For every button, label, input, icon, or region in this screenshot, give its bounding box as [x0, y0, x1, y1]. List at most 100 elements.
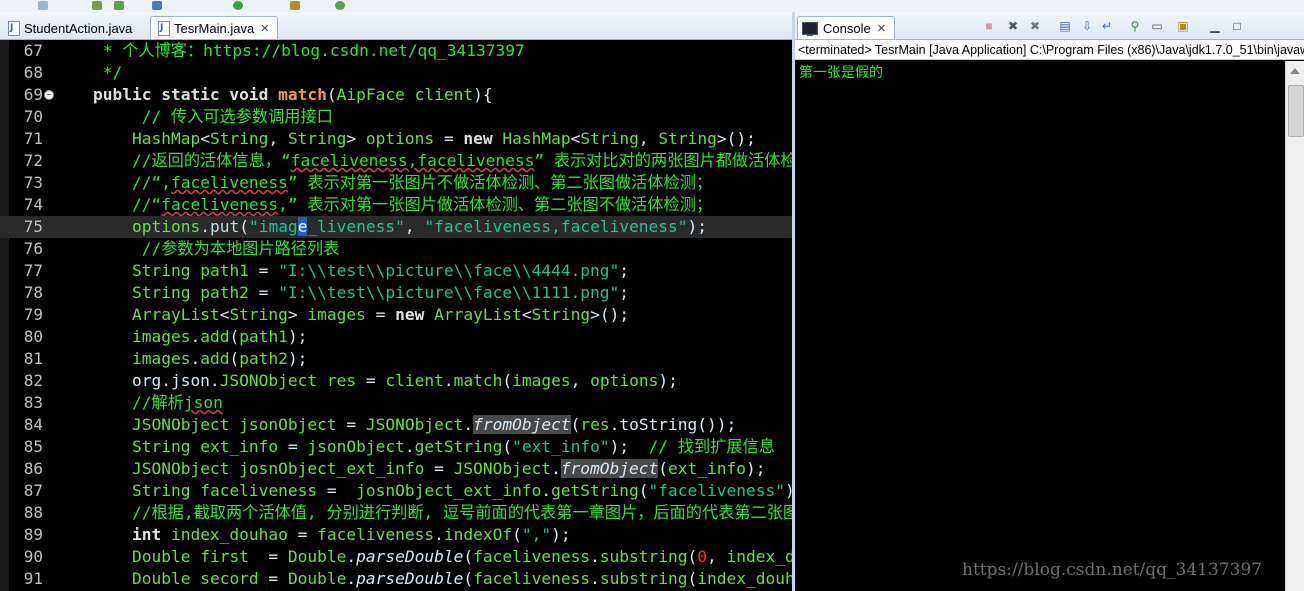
code-line[interactable]: 71 HashMap<String, String> options = new… — [0, 128, 793, 150]
remove-all-icon[interactable]: ✖ — [1027, 18, 1043, 34]
code-line[interactable]: 75 options.put("image_liveness", "faceli… — [0, 216, 793, 238]
code-text: images.add(path1); — [54, 326, 307, 348]
code-token: * 个人博客：https://blog.csdn.net/qq_34137397 — [54, 41, 525, 60]
new-java-class-icon[interactable] — [114, 1, 124, 10]
back-icon[interactable] — [38, 1, 48, 10]
code-line[interactable]: 87 String faceliveness = josnObject_ext_… — [0, 480, 793, 502]
code-token: "faceliveness,faceliveness" — [424, 217, 688, 236]
word-wrap-icon[interactable]: ↵ — [1099, 18, 1115, 34]
code-token: ( — [463, 547, 474, 566]
code-line[interactable]: 70 // 传入可选参数调用接口 — [0, 106, 793, 128]
close-icon[interactable]: ✕ — [877, 22, 886, 35]
code-line[interactable]: 73 //“,faceliveness” 表示对第一张图片不做活体检测、第二张图… — [0, 172, 793, 194]
code-text: // 传入可选参数调用接口 — [54, 106, 333, 128]
code-token: ( — [570, 415, 581, 434]
code-token: faceliveness — [200, 481, 318, 500]
line-number: 86 — [23, 459, 43, 478]
code-line[interactable]: 88 //根据,截取两个活体值, 分别进行判断, 逗号前面的代表第一章图片，后面… — [0, 502, 793, 524]
code-text: org.json.JSONObject res = client.match(i… — [54, 370, 678, 392]
terminate-icon[interactable]: ■ — [981, 18, 997, 34]
code-token: getString — [551, 481, 639, 500]
code-line[interactable]: 72 //返回的活体信息，“faceliveness,faceliveness”… — [0, 150, 793, 172]
tab-console[interactable]: Console ✕ — [797, 16, 895, 39]
code-token: ); — [287, 349, 308, 368]
console-view: Console ✕ ■ ✖ ✖ ▤ ⇩ ↵ ⚲ ▭ ▣ ▁ □ <terminated> TesrM… — [795, 12, 1304, 591]
code-token: AipFace — [336, 85, 415, 104]
code-token: String — [209, 129, 269, 148]
scroll-thumb[interactable] — [1288, 85, 1304, 137]
code-line[interactable]: 69− public static void match(AipFace cli… — [0, 84, 793, 106]
code-token: images — [512, 371, 571, 390]
code-token: first — [200, 547, 249, 566]
code-token: index_douhao — [726, 547, 793, 566]
code-token: //参数为本地图片路径列表 — [54, 239, 340, 258]
code-line[interactable]: 83 //解析json — [0, 392, 793, 414]
code-line[interactable]: 80 images.add(path1); — [0, 326, 793, 348]
console-scrollbar[interactable] — [1285, 61, 1304, 591]
close-icon[interactable]: ✕ — [260, 22, 269, 35]
code-token: , — [638, 129, 659, 148]
minimize-icon[interactable]: ▁ — [1207, 18, 1223, 34]
pin-console-icon[interactable]: ⚲ — [1127, 18, 1143, 34]
code-text: //解析json — [54, 392, 223, 414]
code-token: "I:\\test\\picture\\face\\1111.png" — [278, 283, 620, 302]
code-token: images — [131, 327, 191, 346]
code-editor: J StudentAction.java J TesrMain.java ✕ 6… — [0, 12, 794, 591]
maximize-icon[interactable]: □ — [1229, 18, 1245, 34]
code-token: "imag — [248, 217, 298, 236]
code-line[interactable]: 68 */ — [0, 62, 793, 84]
debug-icon[interactable] — [92, 1, 102, 10]
code-line[interactable]: 74 //“faceliveness,” 表示对第一张图片做活体检测、第二张图不… — [0, 194, 793, 216]
console-tab-label: Console — [823, 20, 871, 36]
tab-tesrmain-java[interactable]: J TesrMain.java ✕ — [150, 16, 279, 39]
code-line[interactable]: 77 String path1 = "I:\\test\\picture\\fa… — [0, 260, 793, 282]
scroll-up-icon[interactable] — [1290, 68, 1300, 74]
code-line[interactable]: 81 images.add(path2); — [0, 348, 793, 370]
code-token: json — [183, 393, 223, 412]
display-console-icon[interactable]: ▭ — [1149, 18, 1165, 34]
code-token: ” 表示对第一张图片不做活体检测、第二张图做活体检测； — [287, 173, 713, 192]
code-line[interactable]: 82 org.json.JSONObject res = client.matc… — [0, 370, 793, 392]
run-icon[interactable] — [233, 1, 243, 10]
code-line[interactable]: 86 JSONObject josnObject_ext_info = JSON… — [0, 458, 793, 480]
tab-studentaction-java[interactable]: J StudentAction.java — [0, 16, 141, 39]
code-token: ); — [609, 437, 649, 456]
code-token: = — [287, 525, 318, 544]
globe-icon[interactable] — [152, 1, 162, 10]
code-line[interactable]: 90 Double first = Double.parseDouble(fac… — [0, 546, 793, 568]
code-line[interactable]: 67 * 个人博客：https://blog.csdn.net/qq_34137… — [0, 40, 793, 62]
code-token: JSONObject — [131, 415, 240, 434]
code-line[interactable]: 79 ArrayList<String> images = new ArrayL… — [0, 304, 793, 326]
open-console-icon[interactable]: ▣ — [1175, 18, 1191, 34]
code-token: ); — [551, 525, 571, 544]
clear-console-icon[interactable]: ▤ — [1057, 18, 1073, 34]
code-token: //根据,截取两个活体值, 分别进行判断, 逗号前面的代表第一章图片，后面的代表… — [131, 503, 793, 522]
code-token: //“, — [131, 173, 171, 192]
remove-launch-icon[interactable]: ✖ — [1005, 18, 1021, 34]
code-token: = — [248, 261, 279, 280]
code-line[interactable]: 91 Double secord = Double.parseDouble(fa… — [0, 568, 793, 590]
code-line[interactable]: 89 int index_douhao = faceliveness.index… — [0, 524, 793, 546]
code-token: options — [131, 217, 201, 236]
code-line[interactable]: 76 //参数为本地图片路径列表 — [0, 238, 793, 260]
code-token: < — [219, 305, 230, 324]
fold-toggle-icon[interactable]: − — [44, 90, 54, 100]
code-token: = — [258, 569, 288, 588]
code-token: res — [326, 371, 357, 390]
refresh-icon[interactable] — [335, 1, 345, 10]
code-text: String path1 = "I:\\test\\picture\\face\… — [54, 260, 629, 282]
code-token: > — [287, 305, 308, 324]
tab-label: StudentAction.java — [24, 20, 133, 36]
scroll-lock-icon[interactable]: ⇩ — [1079, 18, 1095, 34]
external-tools-icon[interactable] — [290, 1, 300, 10]
code-token: Double — [131, 547, 201, 566]
code-line[interactable]: 85 String ext_info = jsonObject.getStrin… — [0, 436, 793, 458]
code-line[interactable]: 78 String path2 = "I:\\test\\picture\\fa… — [0, 282, 793, 304]
code-text: //参数为本地图片路径列表 — [54, 238, 340, 260]
code-area[interactable]: 67 * 个人博客：https://blog.csdn.net/qq_34137… — [0, 40, 793, 591]
code-line[interactable]: 84 JSONObject jsonObject = JSONObject.fr… — [0, 414, 793, 436]
